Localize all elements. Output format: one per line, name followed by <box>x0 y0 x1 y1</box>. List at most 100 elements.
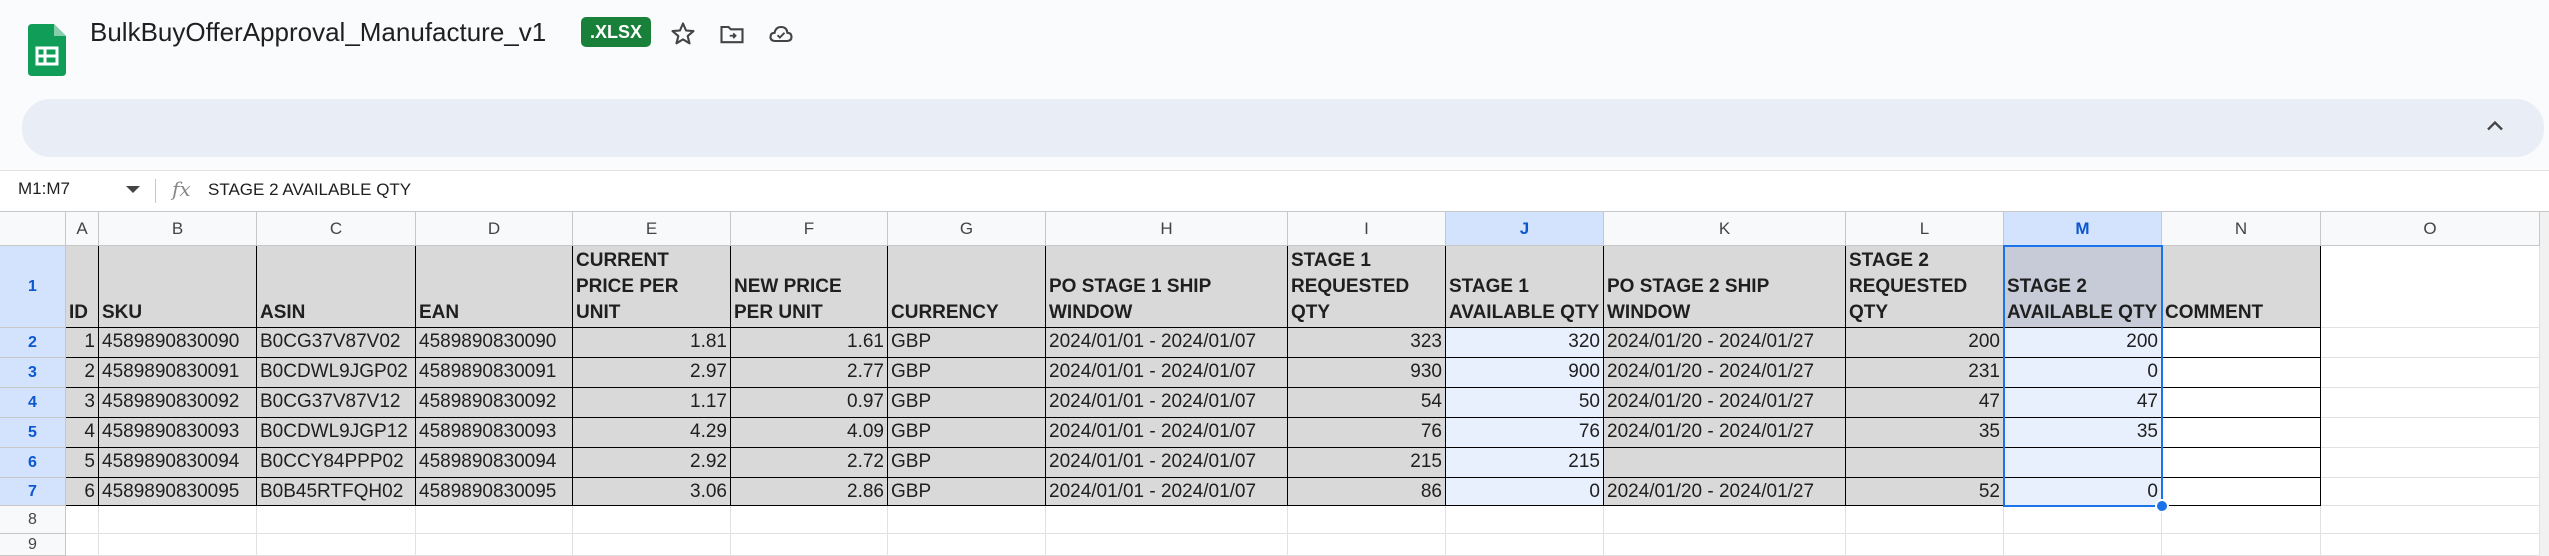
data-cell-a4[interactable]: 3 <box>66 388 99 418</box>
name-box[interactable]: M1:M7 <box>18 179 70 199</box>
data-cell-h6[interactable]: 2024/01/01 - 2024/01/07 <box>1046 448 1288 478</box>
empty-cell[interactable] <box>2321 534 2540 556</box>
data-cell-f5[interactable]: 4.09 <box>731 418 888 448</box>
data-cell-e6[interactable]: 2.92 <box>573 448 731 478</box>
data-cell-k4[interactable]: 2024/01/20 - 2024/01/27 <box>1604 388 1846 418</box>
empty-cell[interactable] <box>573 506 731 534</box>
data-cell-k7[interactable]: 2024/01/20 - 2024/01/27 <box>1604 478 1846 506</box>
empty-cell[interactable] <box>2162 506 2321 534</box>
data-cell-m5[interactable]: 35 <box>2004 418 2162 448</box>
header-cell-stage-1-available-qty[interactable]: STAGE 1 AVAILABLE QTY <box>1446 246 1604 328</box>
formula-input[interactable]: STAGE 2 AVAILABLE QTY <box>208 180 411 200</box>
collapse-menu-chevron-up-icon[interactable] <box>2481 112 2509 140</box>
data-cell-d6[interactable]: 4589890830094 <box>416 448 573 478</box>
data-cell-i3[interactable]: 930 <box>1288 358 1446 388</box>
empty-cell[interactable] <box>888 534 1046 556</box>
data-cell-j3[interactable]: 900 <box>1446 358 1604 388</box>
column-header-k[interactable]: K <box>1604 212 1846 246</box>
empty-cell[interactable] <box>2321 328 2540 358</box>
empty-cell[interactable] <box>1446 506 1604 534</box>
data-cell-f2[interactable]: 1.61 <box>731 328 888 358</box>
column-header-c[interactable]: C <box>257 212 416 246</box>
header-cell-current-price-per-unit[interactable]: CURRENT PRICE PER UNIT <box>573 246 731 328</box>
data-cell-d7[interactable]: 4589890830095 <box>416 478 573 506</box>
data-cell-n5[interactable] <box>2162 418 2321 448</box>
header-cell-asin[interactable]: ASIN <box>257 246 416 328</box>
data-cell-h4[interactable]: 2024/01/01 - 2024/01/07 <box>1046 388 1288 418</box>
data-cell-e7[interactable]: 3.06 <box>573 478 731 506</box>
data-cell-j6[interactable]: 215 <box>1446 448 1604 478</box>
data-cell-j2[interactable]: 320 <box>1446 328 1604 358</box>
empty-cell[interactable] <box>1846 506 2004 534</box>
data-cell-h7[interactable]: 2024/01/01 - 2024/01/07 <box>1046 478 1288 506</box>
data-cell-l6[interactable] <box>1846 448 2004 478</box>
data-cell-k3[interactable]: 2024/01/20 - 2024/01/27 <box>1604 358 1846 388</box>
row-header-1[interactable]: 1 <box>0 246 66 328</box>
data-cell-b5[interactable]: 4589890830093 <box>99 418 257 448</box>
data-cell-m7[interactable]: 0 <box>2004 478 2162 506</box>
empty-cell[interactable] <box>2321 448 2540 478</box>
data-cell-k2[interactable]: 2024/01/20 - 2024/01/27 <box>1604 328 1846 358</box>
sheets-logo-icon[interactable] <box>28 24 66 76</box>
data-cell-l5[interactable]: 35 <box>1846 418 2004 448</box>
column-header-e[interactable]: E <box>573 212 731 246</box>
row-header-4[interactable]: 4 <box>0 388 66 418</box>
row-header-3[interactable]: 3 <box>0 358 66 388</box>
data-cell-h2[interactable]: 2024/01/01 - 2024/01/07 <box>1046 328 1288 358</box>
data-cell-b6[interactable]: 4589890830094 <box>99 448 257 478</box>
data-cell-c6[interactable]: B0CCY84PPP02 <box>257 448 416 478</box>
data-cell-e3[interactable]: 2.97 <box>573 358 731 388</box>
data-cell-n3[interactable] <box>2162 358 2321 388</box>
fill-handle[interactable] <box>2155 499 2169 513</box>
data-cell-n4[interactable] <box>2162 388 2321 418</box>
row-header-5[interactable]: 5 <box>0 418 66 448</box>
empty-cell[interactable] <box>1604 534 1846 556</box>
data-cell-c5[interactable]: B0CDWL9JGP12 <box>257 418 416 448</box>
data-cell-i2[interactable]: 323 <box>1288 328 1446 358</box>
data-cell-f4[interactable]: 0.97 <box>731 388 888 418</box>
data-cell-i5[interactable]: 76 <box>1288 418 1446 448</box>
empty-cell[interactable] <box>1846 534 2004 556</box>
data-cell-c2[interactable]: B0CG37V87V02 <box>257 328 416 358</box>
empty-cell[interactable] <box>416 506 573 534</box>
header-cell-stage-2-available-qty[interactable]: STAGE 2 AVAILABLE QTY <box>2004 246 2162 328</box>
row-header-8[interactable]: 8 <box>0 506 66 534</box>
data-cell-g5[interactable]: GBP <box>888 418 1046 448</box>
empty-cell[interactable] <box>2004 534 2162 556</box>
data-cell-i4[interactable]: 54 <box>1288 388 1446 418</box>
column-header-o[interactable]: O <box>2321 212 2540 246</box>
empty-cell[interactable] <box>1046 506 1288 534</box>
row-header-2[interactable]: 2 <box>0 328 66 358</box>
spreadsheet-grid[interactable]: A B C D E F G H I J K L M N O 1 2 3 4 5 6 7 8 9 ID SKU ASIN EAN CURR… <box>0 211 2549 556</box>
data-cell-h3[interactable]: 2024/01/01 - 2024/01/07 <box>1046 358 1288 388</box>
header-cell-ean[interactable]: EAN <box>416 246 573 328</box>
row-header-6[interactable]: 6 <box>0 448 66 478</box>
header-cell-stage-1-requested-qty[interactable]: STAGE 1 REQUESTED QTY <box>1288 246 1446 328</box>
data-cell-g3[interactable]: GBP <box>888 358 1046 388</box>
data-cell-j4[interactable]: 50 <box>1446 388 1604 418</box>
data-cell-h5[interactable]: 2024/01/01 - 2024/01/07 <box>1046 418 1288 448</box>
empty-cell[interactable] <box>257 506 416 534</box>
row-header-9[interactable]: 9 <box>0 534 66 556</box>
data-cell-n6[interactable] <box>2162 448 2321 478</box>
data-cell-f3[interactable]: 2.77 <box>731 358 888 388</box>
header-cell-comment[interactable]: COMMENT <box>2162 246 2321 328</box>
row-header-7[interactable]: 7 <box>0 478 66 506</box>
data-cell-k6[interactable] <box>1604 448 1846 478</box>
select-all-corner[interactable] <box>0 212 66 246</box>
data-cell-a5[interactable]: 4 <box>66 418 99 448</box>
header-cell-new-price-per-unit[interactable]: NEW PRICE PER UNIT <box>731 246 888 328</box>
empty-cell[interactable] <box>1288 506 1446 534</box>
data-cell-d5[interactable]: 4589890830093 <box>416 418 573 448</box>
data-cell-l4[interactable]: 47 <box>1846 388 2004 418</box>
data-cell-a2[interactable]: 1 <box>66 328 99 358</box>
data-cell-e5[interactable]: 4.29 <box>573 418 731 448</box>
data-cell-j7[interactable]: 0 <box>1446 478 1604 506</box>
empty-cell[interactable] <box>573 534 731 556</box>
empty-cell[interactable] <box>731 534 888 556</box>
empty-cell[interactable] <box>257 534 416 556</box>
header-cell-po-stage-2-ship-window[interactable]: PO STAGE 2 SHIP WINDOW <box>1604 246 1846 328</box>
empty-cell[interactable] <box>2321 246 2540 328</box>
document-title[interactable]: BulkBuyOfferApproval_Manufacture_v1 <box>90 17 546 48</box>
column-header-j[interactable]: J <box>1446 212 1604 246</box>
